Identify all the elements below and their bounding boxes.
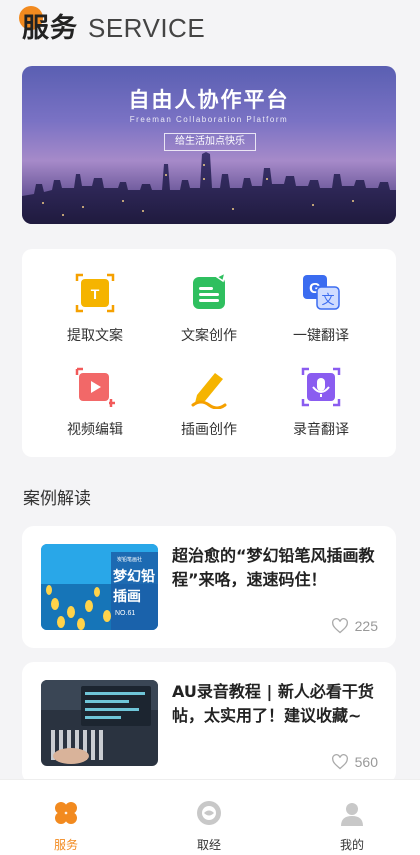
illustration-pen-icon bbox=[187, 365, 231, 410]
service-video-edit[interactable]: 视频编辑 bbox=[40, 365, 150, 439]
article-title: 超治愈的“梦幻铅笔风插画教程”来咯，速速码住！ bbox=[172, 546, 375, 589]
page-title: 服务 bbox=[22, 13, 78, 44]
copywriting-icon bbox=[187, 271, 231, 315]
service-voice-translate[interactable]: 录音翻译 bbox=[266, 365, 376, 439]
service-label: 一键翻译 bbox=[293, 328, 349, 344]
svg-text:文: 文 bbox=[321, 293, 334, 308]
like-count[interactable]: 560 bbox=[331, 754, 378, 770]
service-translate[interactable]: G 文 一键翻译 bbox=[266, 271, 376, 345]
thumb-tag: 炭铅笔画社 bbox=[117, 557, 143, 563]
user-avatar-icon bbox=[339, 800, 365, 826]
thumb-issue: NO.61 bbox=[115, 610, 136, 617]
svg-text:T: T bbox=[91, 286, 100, 302]
service-label: 文案创作 bbox=[181, 328, 237, 344]
services-grid: T 提取文案 文案创作 G 文 一键翻译 视频编辑 插画创作 录音翻译 bbox=[22, 249, 396, 457]
banner-subtitle: Freeman Collaboration Platform bbox=[129, 115, 289, 124]
service-label: 插画创作 bbox=[181, 422, 237, 438]
article-card[interactable]: 炭铅笔画社 梦幻铅 插画 NO.61 超治愈的“梦幻铅笔风插画教程”来咯，速速码… bbox=[22, 526, 396, 648]
city-skyline-image bbox=[22, 152, 396, 224]
clover-icon bbox=[53, 800, 79, 826]
page-header: 服务 SERVICE bbox=[19, 6, 206, 46]
service-label: 视频编辑 bbox=[67, 422, 123, 438]
tab-service[interactable]: 服务 bbox=[26, 800, 106, 853]
banner-title: 自由人协作平台 bbox=[128, 88, 290, 112]
voice-translate-icon bbox=[299, 365, 343, 409]
tab-mine[interactable]: 我的 bbox=[312, 800, 392, 853]
service-illustration[interactable]: 插画创作 bbox=[154, 365, 264, 439]
article-thumbnail bbox=[41, 680, 158, 766]
article-title: AU录音教程 | 新人必看干货帖，太实用了！建议收藏~ bbox=[172, 682, 374, 725]
compass-icon bbox=[196, 800, 222, 826]
service-copywriting[interactable]: 文案创作 bbox=[154, 271, 264, 345]
article-thumbnail: 炭铅笔画社 梦幻铅 插画 NO.61 bbox=[41, 544, 158, 630]
text-extract-icon: T bbox=[73, 271, 117, 315]
service-label: 提取文案 bbox=[67, 328, 123, 344]
article-card[interactable]: AU录音教程 | 新人必看干货帖，太实用了！建议收藏~ 560 bbox=[22, 662, 396, 784]
section-title: 案例解读 bbox=[23, 489, 91, 509]
heart-icon bbox=[331, 754, 348, 770]
like-count-value: 225 bbox=[354, 618, 378, 634]
service-text-extract[interactable]: T 提取文案 bbox=[40, 271, 150, 345]
like-count[interactable]: 225 bbox=[331, 618, 378, 634]
tab-label: 取经 bbox=[196, 838, 221, 852]
heart-icon bbox=[331, 618, 348, 634]
promo-banner[interactable]: 自由人协作平台 Freeman Collaboration Platform 给… bbox=[22, 66, 396, 224]
video-edit-icon bbox=[73, 365, 117, 409]
page-title-english: SERVICE bbox=[88, 13, 206, 43]
banner-tag: 给生活加点快乐 bbox=[164, 133, 256, 151]
thumb-text-line2: 插画 bbox=[113, 589, 141, 605]
thumb-text-line1: 梦幻铅 bbox=[113, 569, 155, 585]
tab-label: 我的 bbox=[339, 838, 364, 852]
tab-label: 服务 bbox=[53, 838, 78, 852]
bottom-tab-bar: 服务 取经 我的 bbox=[0, 779, 420, 855]
service-label: 录音翻译 bbox=[293, 422, 349, 438]
translate-icon: G 文 bbox=[299, 271, 343, 315]
like-count-value: 560 bbox=[354, 754, 378, 770]
tab-learn[interactable]: 取经 bbox=[169, 800, 249, 853]
